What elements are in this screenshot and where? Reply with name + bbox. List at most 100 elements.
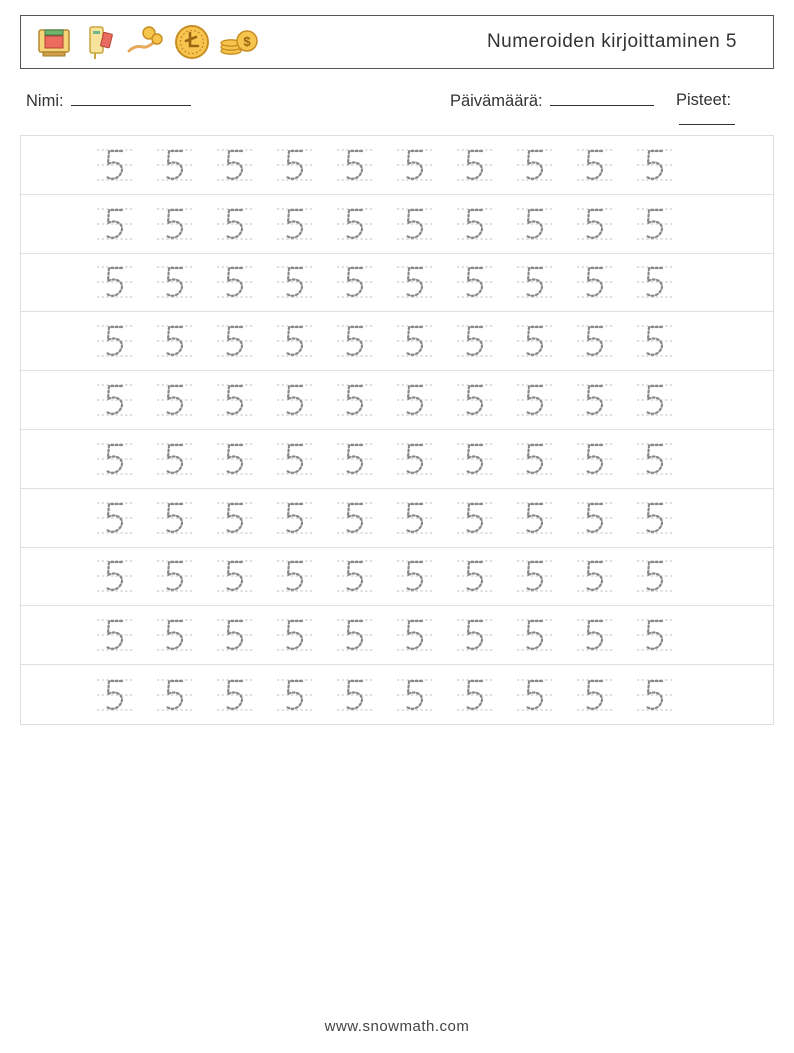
name-blank[interactable] [71, 91, 191, 106]
trace-cell[interactable] [575, 438, 635, 480]
trace-cell[interactable] [455, 144, 515, 186]
trace-cell[interactable] [575, 379, 635, 421]
trace-cell[interactable] [215, 497, 275, 539]
trace-cell[interactable] [215, 203, 275, 245]
trace-cell[interactable] [395, 438, 455, 480]
trace-cell[interactable] [395, 555, 455, 597]
trace-cell[interactable] [275, 261, 335, 303]
trace-cell[interactable] [635, 379, 695, 421]
date-blank[interactable] [550, 91, 654, 106]
trace-cell[interactable] [275, 497, 335, 539]
trace-cell[interactable] [155, 261, 215, 303]
trace-cell[interactable] [155, 379, 215, 421]
trace-cell[interactable] [455, 320, 515, 362]
trace-cell[interactable] [155, 497, 215, 539]
trace-cell[interactable] [215, 674, 275, 716]
trace-cell[interactable] [455, 203, 515, 245]
trace-cell[interactable] [275, 614, 335, 656]
trace-cell[interactable] [635, 203, 695, 245]
trace-cell[interactable] [515, 555, 575, 597]
trace-cell[interactable] [575, 144, 635, 186]
trace-cell[interactable] [335, 203, 395, 245]
trace-cell[interactable] [635, 144, 695, 186]
trace-cell[interactable] [395, 674, 455, 716]
trace-cell[interactable] [335, 320, 395, 362]
trace-cell[interactable] [275, 555, 335, 597]
trace-cell[interactable] [455, 674, 515, 716]
trace-cell[interactable] [335, 555, 395, 597]
trace-cell[interactable] [275, 144, 335, 186]
trace-cell[interactable] [215, 614, 275, 656]
trace-cell[interactable] [635, 555, 695, 597]
trace-cell[interactable] [575, 203, 635, 245]
trace-cell[interactable] [395, 497, 455, 539]
trace-cell[interactable] [515, 674, 575, 716]
trace-cell[interactable] [95, 438, 155, 480]
trace-cell[interactable] [395, 261, 455, 303]
trace-cell[interactable] [335, 497, 395, 539]
trace-cell[interactable] [635, 261, 695, 303]
trace-cell[interactable] [455, 497, 515, 539]
trace-cell[interactable] [275, 438, 335, 480]
trace-cell[interactable] [395, 614, 455, 656]
trace-cell[interactable] [635, 497, 695, 539]
trace-cell[interactable] [155, 674, 215, 716]
trace-cell[interactable] [335, 379, 395, 421]
trace-cell[interactable] [575, 497, 635, 539]
trace-cell[interactable] [95, 379, 155, 421]
trace-cell[interactable] [215, 555, 275, 597]
trace-cell[interactable] [95, 497, 155, 539]
trace-cell[interactable] [275, 379, 335, 421]
trace-cell[interactable] [335, 144, 395, 186]
trace-cell[interactable] [335, 614, 395, 656]
trace-cell[interactable] [575, 320, 635, 362]
trace-cell[interactable] [95, 144, 155, 186]
trace-cell[interactable] [635, 438, 695, 480]
trace-cell[interactable] [515, 438, 575, 480]
trace-cell[interactable] [275, 674, 335, 716]
trace-cell[interactable] [215, 438, 275, 480]
trace-cell[interactable] [575, 261, 635, 303]
trace-cell[interactable] [455, 438, 515, 480]
trace-cell[interactable] [575, 614, 635, 656]
trace-cell[interactable] [515, 320, 575, 362]
trace-cell[interactable] [395, 203, 455, 245]
trace-cell[interactable] [95, 674, 155, 716]
trace-cell[interactable] [155, 144, 215, 186]
trace-cell[interactable] [635, 674, 695, 716]
trace-cell[interactable] [395, 379, 455, 421]
trace-cell[interactable] [155, 320, 215, 362]
trace-cell[interactable] [215, 261, 275, 303]
trace-cell[interactable] [95, 203, 155, 245]
trace-cell[interactable] [95, 320, 155, 362]
trace-cell[interactable] [335, 261, 395, 303]
trace-cell[interactable] [95, 614, 155, 656]
trace-cell[interactable] [635, 320, 695, 362]
trace-cell[interactable] [275, 203, 335, 245]
trace-cell[interactable] [155, 555, 215, 597]
trace-cell[interactable] [575, 674, 635, 716]
trace-cell[interactable] [275, 320, 335, 362]
trace-cell[interactable] [155, 614, 215, 656]
trace-cell[interactable] [455, 379, 515, 421]
trace-cell[interactable] [515, 261, 575, 303]
trace-cell[interactable] [155, 438, 215, 480]
trace-cell[interactable] [155, 203, 215, 245]
trace-cell[interactable] [515, 203, 575, 245]
trace-cell[interactable] [395, 320, 455, 362]
trace-cell[interactable] [455, 614, 515, 656]
trace-cell[interactable] [215, 144, 275, 186]
trace-cell[interactable] [515, 614, 575, 656]
trace-cell[interactable] [455, 261, 515, 303]
trace-cell[interactable] [335, 674, 395, 716]
trace-cell[interactable] [455, 555, 515, 597]
trace-cell[interactable] [395, 144, 455, 186]
trace-cell[interactable] [215, 379, 275, 421]
trace-cell[interactable] [575, 555, 635, 597]
trace-cell[interactable] [95, 555, 155, 597]
trace-cell[interactable] [635, 614, 695, 656]
trace-cell[interactable] [95, 261, 155, 303]
trace-cell[interactable] [515, 144, 575, 186]
trace-cell[interactable] [515, 379, 575, 421]
score-blank[interactable] [679, 110, 735, 125]
